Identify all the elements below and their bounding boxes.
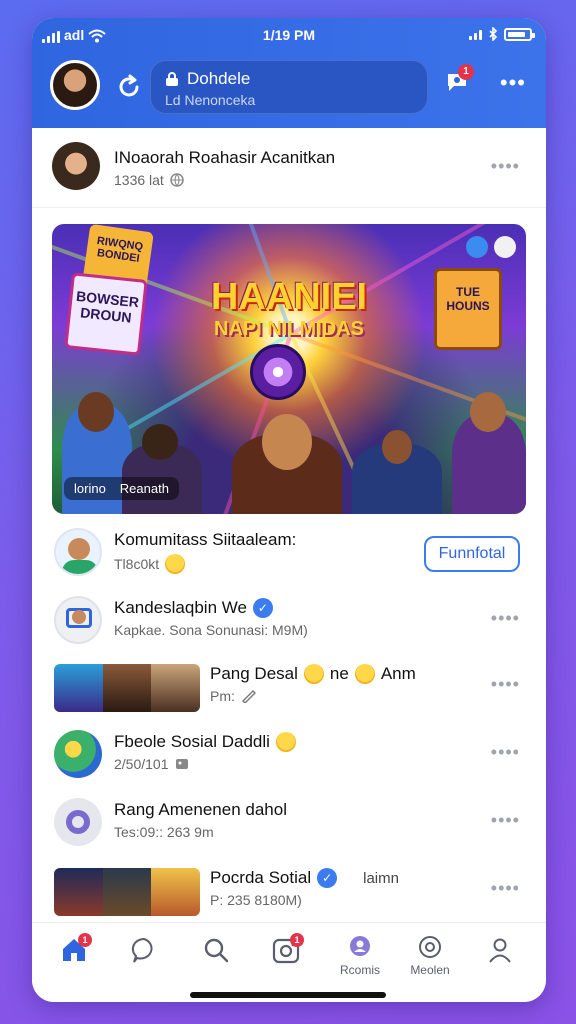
pencil-icon [241,690,256,703]
row-title: Fbeole Sosial Daddli [114,732,296,752]
more-options-icon[interactable]: ••• [500,72,526,94]
home-badge: 1 [78,933,92,947]
happy-emoji-icon [275,732,296,752]
battery-icon [504,27,535,41]
row-title: Kandeslaqbin We ✓ [114,598,273,618]
home-indicator[interactable] [190,992,386,998]
row-subtitle: Pm: [210,688,257,704]
lock-icon [166,72,178,86]
notifications-button[interactable]: 1 [442,64,474,96]
row-menu-icon[interactable]: •••• [491,878,520,899]
nav-search[interactable] [188,935,244,991]
post-author-name[interactable]: INoaorah Roahasir Acanitkan [114,148,335,168]
row-title: Pang Desal ne Anm [210,664,416,684]
banner-caption: lorino Reanath [64,477,179,500]
verified-icon: ✓ [317,868,338,888]
cell-signal-icon [469,28,482,40]
row-subtitle: P: 235 8180M) [210,892,302,908]
contact-avatar [54,596,102,644]
laugh-emoji-icon [303,664,324,684]
nav-label-rooms: Rcomis [339,963,380,977]
banner-actions [466,236,516,258]
row-title: Rang Amenenen dahol [114,800,287,819]
row-subtitle: 2/50/101 [114,756,189,772]
row-menu-icon[interactable]: •••• [491,742,520,763]
list-item[interactable]: Pang Desal ne Anm Pm: •••• [32,656,546,718]
notification-badge: 1 [458,64,474,80]
bluetooth-icon [489,27,498,41]
people-bubble-icon [350,936,370,956]
follow-button[interactable]: Funnfotal [424,536,520,572]
group-avatar [54,730,102,778]
placeholder-avatar [54,798,102,846]
list-item[interactable]: Komumitass Siitaaleam: Tl8c0kt Funnfotal [32,522,546,584]
nav-moments[interactable]: Meolen [402,935,458,991]
list-item[interactable]: Fbeole Sosial Daddli 2/50/101 •••• [32,724,546,786]
photo-thumbnails[interactable] [54,664,200,712]
search-title: Dohdele [187,69,251,88]
nav-home[interactable]: 1 [46,933,102,991]
row-extra: laimn [363,869,399,887]
chat-bubble-icon [131,937,153,963]
row-subtitle: Tl8c0kt [114,554,186,574]
caption-right: Reanath [119,481,169,496]
glowing-disc-icon [250,344,306,400]
list-item[interactable]: Pocrda Sotial ✓ laimn P: 235 8180M) •••• [32,860,546,922]
reaction-badge-icon[interactable] [494,236,516,258]
post-header: INoaorah Roahasir Acanitkan 1336 lat •••… [32,128,546,208]
globe-icon [170,173,184,187]
profile-icon [489,938,511,963]
row-menu-icon[interactable]: •••• [491,674,520,695]
profile-avatar[interactable] [50,60,100,110]
community-avatar [54,528,102,576]
share-badge-icon[interactable] [466,236,488,258]
circle-target-icon [419,936,441,958]
post-meta: 1336 lat [114,172,184,188]
smile-emoji-icon [354,664,375,684]
row-title: Pocrda Sotial ✓ laimn [210,868,399,888]
row-title: Komumitass Siitaaleam: [114,530,297,549]
nav-label-moments: Meolen [410,963,450,977]
status-bar: adl 1/19 PM [32,26,546,46]
post-time: 1336 lat [114,172,164,188]
row-menu-icon[interactable]: •••• [491,810,520,831]
verified-icon: ✓ [252,598,273,618]
nav-messages[interactable] [116,935,172,991]
bottom-navigation: 1 1 Rcomis Meolen [32,922,546,1002]
nav-rooms[interactable]: Rcomis [332,935,388,991]
row-subtitle: Kapkae. Sona Sonunasi: M9M) [114,622,308,638]
photo-thumbnails[interactable] [54,868,200,916]
banner-subtitle: NAPI NILMIDAS [214,318,364,340]
top-app-bar: adl 1/19 PM Dohdele Ld Nenonceka 1 ••• [32,18,546,128]
search-icon [204,938,229,963]
caption-left: lorino [74,481,106,496]
search-subtitle: Ld Nenonceka [165,92,256,108]
camera-badge: 1 [290,933,304,947]
search-box[interactable]: Dohdele Ld Nenonceka [150,60,428,114]
list-item[interactable]: Kandeslaqbin We ✓ Kapkae. Sona Sonunasi: … [32,590,546,652]
row-subtitle: Tes:09:: 263 9m [114,824,214,840]
refresh-icon[interactable] [116,74,142,100]
status-icons [469,27,535,41]
post-author-avatar[interactable] [52,142,100,190]
post-menu-icon[interactable]: •••• [491,156,520,177]
phone-screen: adl 1/19 PM Dohdele Ld Nenonceka 1 ••• I… [32,18,546,1002]
banner-title: HAANIEI [210,276,368,318]
post-banner-image[interactable]: RIWQNQ BONDEI BOWSER DROUN TUE HOUNS HAA… [52,224,526,514]
list-item[interactable]: Rang Amenenen dahol Tes:09:: 263 9m •••• [32,792,546,854]
image-icon [175,759,188,769]
row-menu-icon[interactable]: •••• [491,608,520,629]
grin-emoji-icon [165,554,186,574]
nav-profile[interactable] [472,935,528,991]
nav-camera[interactable]: 1 [258,933,314,991]
